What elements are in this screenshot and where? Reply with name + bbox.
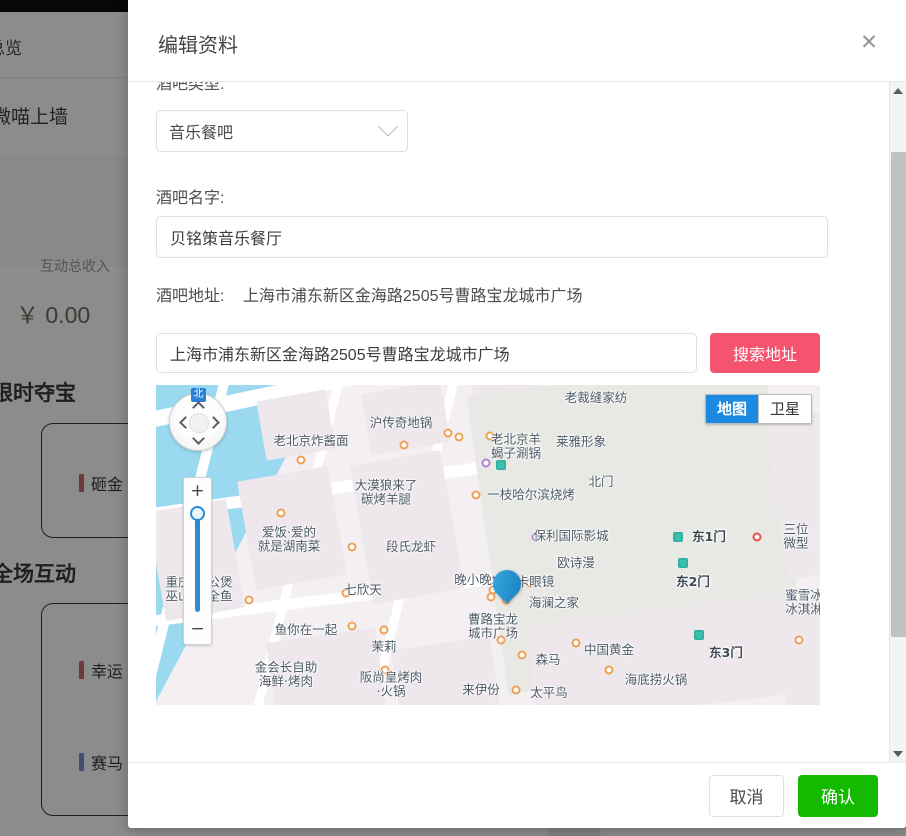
map-type-option-map[interactable]: 地图 xyxy=(705,395,758,423)
map-poi-dot[interactable] xyxy=(347,621,357,631)
map-type-option-satellite[interactable]: 卫星 xyxy=(757,395,811,423)
map-poi-dot[interactable] xyxy=(471,490,481,500)
map-type-toggle[interactable]: 地图 卫星 xyxy=(704,394,812,424)
map-poi-label: 鱼你在一起 xyxy=(274,621,338,637)
map-poi-label: 老北京炸酱面 xyxy=(273,432,349,448)
map-poi-label: 来伊份 xyxy=(462,681,500,697)
bar-name-input[interactable] xyxy=(156,216,828,258)
map-poi-label: 海底捞火锅 xyxy=(624,671,688,687)
map-poi-dot[interactable] xyxy=(496,460,506,470)
modal-title: 编辑资料 xyxy=(158,35,238,57)
bar-type-label: 酒吧类型: xyxy=(156,82,225,93)
map-poi-label: 蜜雪冰 冰淇淋 xyxy=(785,587,820,617)
map-poi-dot[interactable] xyxy=(379,625,389,635)
confirm-button[interactable]: 确认 xyxy=(798,774,878,817)
map-poi-label: 一枝哈尔滨烧烤 xyxy=(487,486,575,502)
page-root: 总览 微喵上墙 互动总收入 ￥ 0.00 动系 限时夺宝 全场互动 砸金 幸运 … xyxy=(0,0,906,836)
bar-type-select[interactable]: 音乐餐吧 xyxy=(156,110,408,152)
map-poi-dot[interactable] xyxy=(276,508,286,518)
map-poi-dot[interactable] xyxy=(794,635,804,645)
map-poi-label: 东1门 xyxy=(692,528,726,544)
modal-body: 酒吧类型: 音乐餐吧 酒吧名字: 酒吧地址: 上海市浦东新区金海路2505号曹路… xyxy=(128,82,906,762)
map-poi-dot[interactable] xyxy=(454,432,464,442)
map-poi-label: 森马 xyxy=(535,651,561,667)
map-poi-label: 沪传奇地锅 xyxy=(369,414,433,430)
zoom-thumb[interactable] xyxy=(190,506,205,521)
map-poi-dot[interactable] xyxy=(517,650,527,660)
bar-address-label: 酒吧地址: 上海市浦东新区金海路2505号曹路宝龙城市广场 xyxy=(156,282,583,306)
bar-name-label: 酒吧名字: xyxy=(156,190,225,207)
map-poi-label: 七欣天 xyxy=(344,581,382,597)
edit-profile-modal: 编辑资料 ✕ 酒吧类型: 音乐餐吧 酒吧名字: 酒吧地址: 上海市浦东新区金海路… xyxy=(128,0,906,828)
map-poi-dot[interactable] xyxy=(244,595,254,605)
map-canvas[interactable]: 老北京炸酱面 沪传奇地锅老北京羊 蝎子涮锅 老裁缝家纺莱雅形象北门 大漠狼来了 碳烤羊… xyxy=(156,385,820,705)
modal-header: 编辑资料 ✕ xyxy=(128,0,906,82)
map-poi-dot[interactable] xyxy=(571,638,581,648)
pan-hub[interactable] xyxy=(189,413,209,433)
chevron-down-icon xyxy=(378,116,398,137)
scroll-up-arrow-icon[interactable] xyxy=(890,82,906,99)
map-poi-label: 晚小晚 xyxy=(454,571,492,587)
map-north-label: 北 xyxy=(191,388,206,402)
bar-type-select-value: 音乐餐吧 xyxy=(169,125,234,142)
pan-right-icon[interactable] xyxy=(207,416,220,429)
bar-address-value: 上海市浦东新区金海路2505号曹路宝龙城市广场 xyxy=(242,288,583,305)
map-block xyxy=(256,389,336,461)
scroll-down-arrow-icon[interactable] xyxy=(890,745,906,762)
map-poi-label: 段氏龙虾 xyxy=(385,538,437,554)
pan-down-icon[interactable] xyxy=(192,432,205,445)
map-poi-dot[interactable] xyxy=(399,440,409,450)
bar-address-label-text: 酒吧地址: xyxy=(156,288,225,305)
map-poi-label: 东3门 xyxy=(709,644,743,660)
modal-form: 酒吧类型: 音乐餐吧 酒吧名字: 酒吧地址: 上海市浦东新区金海路2505号曹路… xyxy=(128,82,876,762)
map-poi-label: 茉莉 xyxy=(371,638,397,654)
map-poi-label: 太平鸟 xyxy=(530,684,568,700)
modal-scrollbar[interactable] xyxy=(889,82,906,762)
zoom-out-icon[interactable]: − xyxy=(184,618,211,640)
zoom-track[interactable] xyxy=(195,506,200,612)
map-poi-label: 曹路宝龙 城市广场 xyxy=(467,611,519,641)
map-poi-dot[interactable] xyxy=(481,458,491,468)
map-poi-dot[interactable] xyxy=(678,558,688,568)
map-poi-label: 阪尚皇烤肉 ·火锅 xyxy=(359,669,423,699)
map-poi-dot[interactable] xyxy=(296,455,306,465)
map-poi-dot[interactable] xyxy=(752,532,762,542)
map-poi-label: 金会长自助 海鲜·烤肉 xyxy=(254,659,318,689)
map-poi-dot[interactable] xyxy=(347,542,357,552)
map-poi-label: 东2门 xyxy=(676,573,710,589)
scrollbar-thumb[interactable] xyxy=(891,152,906,637)
map-poi-dot[interactable] xyxy=(673,532,683,542)
map-poi-dot[interactable] xyxy=(694,630,704,640)
search-address-button[interactable]: 搜索地址 xyxy=(710,333,820,373)
map-poi-dot[interactable] xyxy=(604,665,614,675)
map-poi-label: 北门 xyxy=(588,473,614,489)
map-poi-label: 欧诗漫 xyxy=(557,554,595,570)
map-poi-dot[interactable] xyxy=(511,685,521,695)
map-poi-label: 大漠狼来了 碳烤羊腿 xyxy=(354,477,418,507)
address-search-input[interactable] xyxy=(156,333,697,373)
map-poi-label: 莱雅形象 xyxy=(555,433,607,449)
cancel-button[interactable]: 取消 xyxy=(709,774,784,817)
map-poi-label: 老北京羊 蝎子涮锅 xyxy=(490,431,542,461)
map-poi-label: 中国黄金 xyxy=(583,641,635,657)
map-poi-label: 爱饭·爱的 就是湖南菜 xyxy=(257,524,321,554)
pan-up-icon[interactable] xyxy=(192,401,205,414)
map-poi-label: 海澜之家 xyxy=(528,594,580,610)
modal-footer: 取消 确认 xyxy=(128,762,906,828)
map-poi-dot[interactable] xyxy=(443,428,453,438)
close-icon[interactable]: ✕ xyxy=(856,30,882,56)
map-poi-label: 老裁缝家纺 xyxy=(564,389,628,405)
zoom-in-icon[interactable]: + xyxy=(184,480,211,502)
map-pan-control[interactable]: 北 xyxy=(169,388,227,451)
map-poi-label: 保利国际影城 xyxy=(533,527,609,543)
map-poi-label: 三位 微型 xyxy=(783,521,809,551)
map-zoom-slider[interactable]: + − xyxy=(183,477,212,645)
